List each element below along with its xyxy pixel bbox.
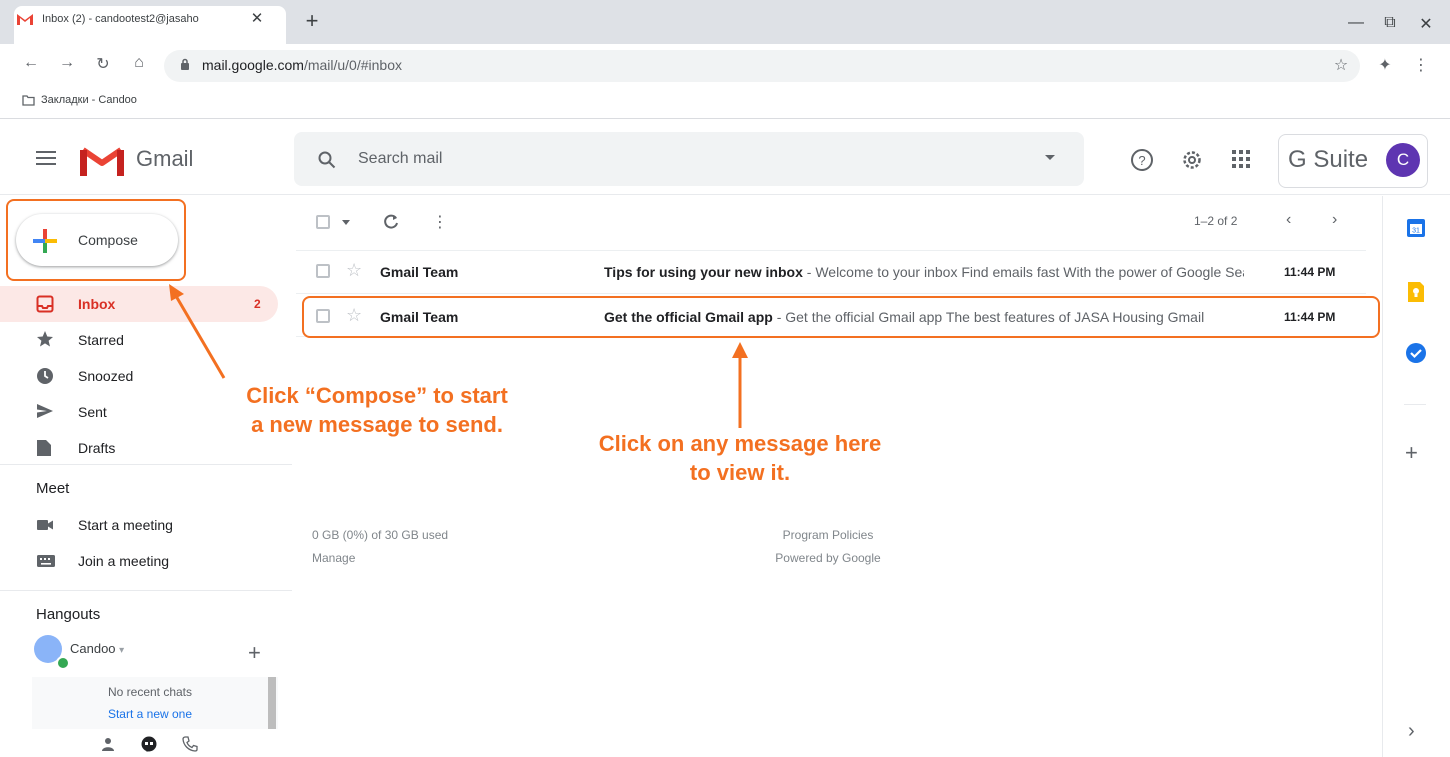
annotation-arrows [169,284,748,428]
compose-callout-text: Click “Compose” to start a new message t… [246,383,508,437]
message-callout-text: Click on any message here to view it. [598,431,882,485]
message-arrow [732,342,748,428]
compose-arrow [169,284,226,379]
